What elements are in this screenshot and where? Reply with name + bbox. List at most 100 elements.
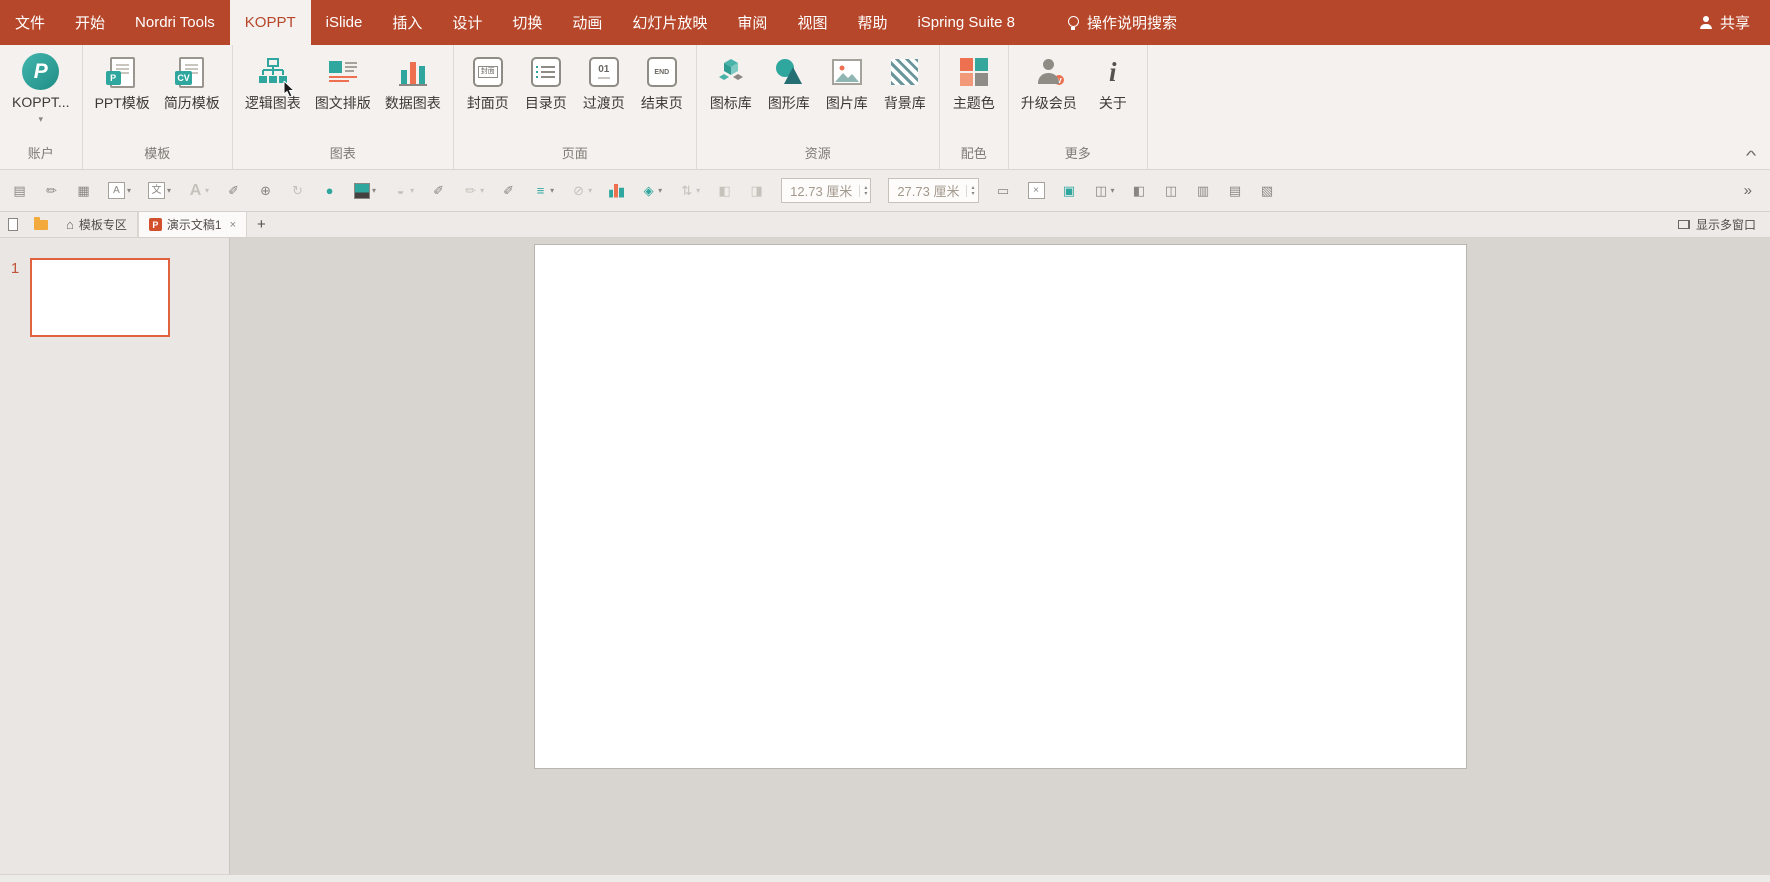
selection-pane-icon[interactable]: ◫ ▾ [1094,178,1115,204]
tell-me-search[interactable]: 操作说明搜索 [1058,0,1185,45]
paint-bucket-icon[interactable]: ◒ ▾ [393,178,414,204]
fill-eyedropper-icon[interactable]: ✐ [431,178,446,204]
ribbon-group-chart: 逻辑图表 图文排版 [233,45,454,169]
chevron-down-icon: ▾ [1111,186,1115,195]
about-button[interactable]: i 关于 [1084,50,1142,141]
fill-color-icon[interactable]: ▾ [354,178,376,204]
resume-template-button[interactable]: CV 简历模板 [157,50,227,141]
share-button[interactable]: 共享 [1679,0,1770,45]
stepper-arrows[interactable]: ▴▾ [966,185,974,197]
share-label: 共享 [1720,12,1750,33]
size-field-height[interactable]: 12.73 厘米 ▴▾ [781,178,871,203]
mouse-cursor [283,81,296,98]
menu-tab-ispring-suite[interactable]: iSpring Suite 8 [902,0,1030,45]
menu-tab-review[interactable]: 审阅 [722,0,782,45]
bring-forward-icon[interactable]: ◧ [717,178,732,204]
eyedropper-icon[interactable]: ✐ [226,178,241,204]
menu-tab-help[interactable]: 帮助 [842,0,902,45]
table-icon[interactable]: ▦ [76,178,91,204]
icon-library-button[interactable]: 图标库 [702,50,760,141]
cover-page-button[interactable]: 封面 封面页 [459,50,517,141]
ellipse-shape-icon[interactable]: ● [322,178,337,204]
menu-tab-insert[interactable]: 插入 [377,0,437,45]
effect-none-icon[interactable]: ⊘ ▾ [571,178,592,204]
person-icon [1699,16,1713,29]
font-box-icon[interactable]: 文 ▾ [148,178,171,204]
menu-tab-home[interactable]: 开始 [60,0,120,45]
new-presentation-button[interactable] [0,212,26,237]
horizontal-scrollbar[interactable] [0,874,1770,882]
format-painter-icon[interactable]: ✏ [44,178,59,204]
menu-tab-animations[interactable]: 动画 [557,0,617,45]
vip-badge-icon: v [1052,73,1066,87]
background-library-button[interactable]: 背景库 [876,50,934,141]
mini-chart-icon[interactable] [609,178,624,204]
new-tab-button[interactable]: + [247,212,276,237]
data-chart-button[interactable]: 数据图表 [378,50,448,141]
smart-align-icon[interactable]: ▣ [1062,178,1077,204]
show-multi-window-button[interactable]: 显示多窗口 [1664,212,1770,237]
end-page-icon: END [647,57,677,87]
stepper-arrows[interactable]: ▴▾ [859,185,867,197]
info-icon: i [1109,57,1117,88]
picture-library-button[interactable]: 图片库 [818,50,876,141]
flip-icon[interactable]: ⇅ ▾ [679,178,700,204]
tab-presentation-1[interactable]: P 演示文稿1 × [138,212,247,237]
ppt-template-button[interactable]: P PPT模板 [88,50,157,141]
text-box-icon[interactable]: A ▾ [108,178,131,204]
menu-tab-design[interactable]: 设计 [437,0,497,45]
chevron-down-icon: ▾ [205,186,209,195]
tab-template-zone[interactable]: ⌂ 模板专区 [56,212,138,237]
menu-tab-file[interactable]: 文件 [0,0,60,45]
font-size-icon[interactable]: A ▾ [188,178,209,204]
menu-tab-islide[interactable]: iSlide [311,0,378,45]
combine-shapes-icon[interactable]: ◈ ▾ [641,178,662,204]
send-backward-icon[interactable]: ◨ [749,178,764,204]
close-object-icon[interactable]: × [1028,178,1045,204]
distribute-horizontal-icon[interactable]: ▥ [1196,178,1211,204]
slide-1-thumbnail[interactable] [30,258,170,337]
set-background-icon[interactable]: ▧ [1260,178,1275,204]
picture-library-icon [832,53,862,91]
collapse-ribbon-icon[interactable]: ^ [1746,148,1756,163]
open-folder-button[interactable] [26,212,56,237]
menu-tab-nordri-tools[interactable]: Nordri Tools [120,0,230,45]
align-center-icon[interactable]: ◫ [1164,178,1179,204]
ribbon-group-account: P KOPPT... ▾ 账户 [0,45,83,169]
logic-chart-button[interactable]: 逻辑图表 [238,50,308,141]
paste-icon[interactable]: ▤ [12,178,27,204]
data-chart-icon [398,53,428,91]
home-icon: ⌂ [66,217,74,232]
upgrade-membership-button[interactable]: v 升级会员 [1014,50,1084,141]
group-label-chart: 图表 [233,141,453,169]
rotate-icon[interactable]: ↻ [290,178,305,204]
close-icon[interactable]: × [230,219,236,231]
menu-tab-transitions[interactable]: 切换 [497,0,557,45]
chevron-down-icon: ▾ [480,186,484,195]
shape-library-button[interactable]: 图形库 [760,50,818,141]
menu-tab-koppt[interactable]: KOPPT [230,0,311,45]
anchor-point-icon[interactable]: ⊕ [258,178,273,204]
soft-keyboard-icon[interactable]: ▭ [996,178,1011,204]
outline-pen-icon[interactable]: ✏ ▾ [463,178,484,204]
tell-me-search-label: 操作说明搜索 [1087,12,1177,33]
koppt-account-button[interactable]: P KOPPT... ▾ [5,50,77,141]
outline-eyedropper-icon[interactable]: ✐ [501,178,516,204]
slide-canvas[interactable] [534,244,1467,769]
toc-page-button[interactable]: 目录页 [517,50,575,141]
align-left-icon[interactable]: ◧ [1132,178,1147,204]
align-text-icon[interactable]: ≡ ▾ [533,178,554,204]
picture-text-layout-button[interactable]: 图文排版 [308,50,378,141]
end-page-button[interactable]: END 结束页 [633,50,691,141]
group-label-template: 模板 [83,141,232,169]
size-field-width[interactable]: 27.73 厘米 ▴▾ [888,178,978,203]
distribute-vertical-icon[interactable]: ▤ [1228,178,1243,204]
menu-tab-slideshow[interactable]: 幻灯片放映 [617,0,722,45]
toolbar-overflow-icon[interactable]: » [1738,182,1758,199]
transition-page-button[interactable]: 01 过渡页 [575,50,633,141]
background-library-icon [891,59,918,85]
menu-tab-view[interactable]: 视图 [782,0,842,45]
theme-color-button[interactable]: 主题色 [945,50,1003,141]
height-value: 12.73 厘米 [790,181,852,200]
group-label-page: 页面 [454,141,696,169]
